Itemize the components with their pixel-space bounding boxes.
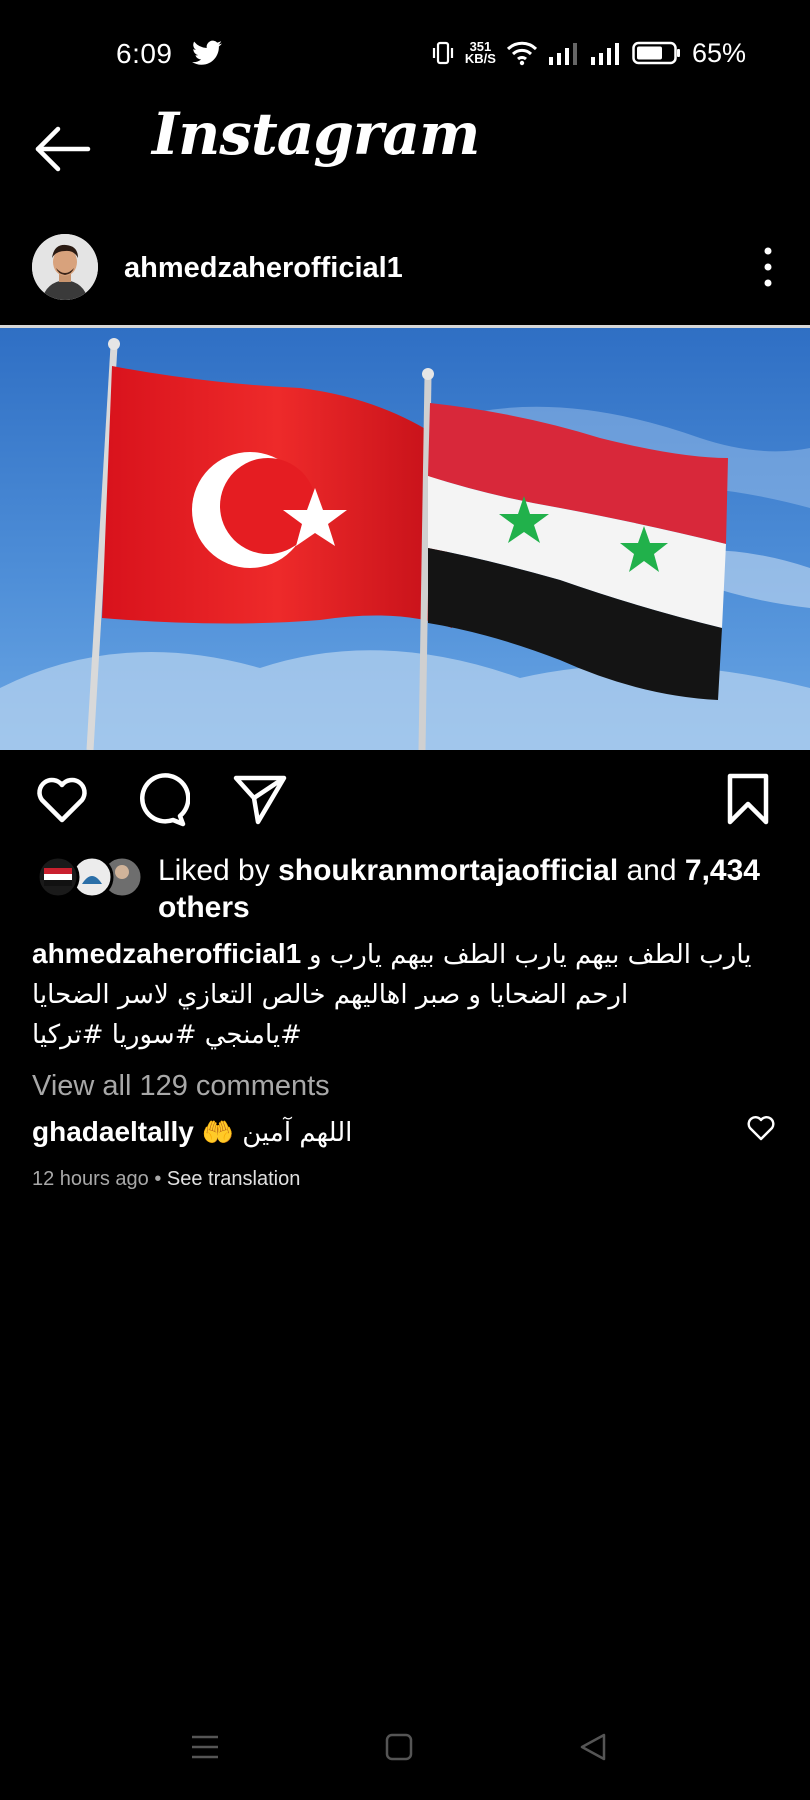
comment-text: اللهم آمين 🤲 bbox=[201, 1118, 353, 1148]
home-square-icon[interactable] bbox=[384, 1732, 414, 1762]
liked-by-text[interactable]: Liked by shoukranmortajaofficial and 7,4… bbox=[158, 852, 778, 926]
post-caption: ahmedzaherofficial1 يارب الطف بيهم يارب … bbox=[32, 934, 778, 1055]
more-options-icon[interactable] bbox=[762, 246, 774, 288]
vibrate-icon bbox=[432, 41, 453, 65]
signal-icon bbox=[590, 43, 619, 65]
app-title: Instagram bbox=[152, 100, 480, 168]
comment-username[interactable]: ghadaeltally bbox=[32, 1116, 194, 1147]
comment-like-heart-icon[interactable] bbox=[746, 1114, 776, 1142]
back-triangle-icon[interactable] bbox=[578, 1732, 608, 1762]
share-send-icon[interactable] bbox=[232, 772, 288, 828]
caption-hashtags[interactable]: #يامنجي #سوريا #تركيا bbox=[32, 1015, 778, 1055]
avatar-photo bbox=[32, 234, 98, 300]
status-bar: 6:09 351 KB/S 65% bbox=[0, 0, 810, 100]
post-username[interactable]: ahmedzaherofficial1 bbox=[124, 252, 403, 285]
liked-by-and: and bbox=[618, 854, 685, 887]
save-bookmark-icon[interactable] bbox=[720, 772, 776, 828]
caption-text-2: ارحم الضحايا و صبر اهاليهم خالص التعازي … bbox=[32, 980, 629, 1010]
caption-text-1: يارب الطف بيهم يارب الطف بيهم يارب و bbox=[308, 940, 752, 970]
wifi-icon bbox=[506, 41, 538, 66]
liked-by-avatars[interactable] bbox=[36, 854, 144, 900]
caption-username[interactable]: ahmedzaherofficial1 bbox=[32, 938, 301, 969]
battery-icon bbox=[632, 41, 680, 65]
caption-line-1: ahmedzaherofficial1 يارب الطف بيهم يارب … bbox=[32, 934, 778, 975]
liked-by-prefix: Liked by bbox=[158, 854, 279, 887]
status-time: 6:09 bbox=[116, 38, 173, 69]
back-arrow-icon[interactable] bbox=[34, 124, 92, 174]
liked-by-user[interactable]: shoukranmortajaofficial bbox=[278, 854, 618, 887]
recent-apps-menu-icon[interactable] bbox=[190, 1732, 220, 1762]
comment-icon[interactable] bbox=[134, 772, 190, 828]
twitter-icon bbox=[192, 40, 222, 65]
likes-count[interactable]: 7,434 bbox=[685, 854, 760, 887]
signal-icon bbox=[548, 43, 577, 65]
meta-separator: • bbox=[154, 1168, 162, 1190]
net-speed-unit: KB/S bbox=[464, 51, 496, 66]
like-heart-icon[interactable] bbox=[34, 772, 90, 828]
battery-percent: 65% bbox=[691, 37, 746, 68]
post-image[interactable] bbox=[0, 328, 810, 750]
comment-time: 12 hours ago bbox=[32, 1168, 149, 1190]
status-right: 351 KB/S 65% bbox=[431, 36, 746, 70]
likes-others[interactable]: others bbox=[158, 891, 250, 924]
see-translation-link[interactable]: See translation bbox=[167, 1168, 300, 1190]
comment-meta: 12 hours ago • See translation bbox=[32, 1168, 300, 1191]
net-speed: 351 KB/S bbox=[464, 40, 496, 66]
avatar[interactable] bbox=[32, 234, 98, 300]
view-all-comments-link[interactable]: View all 129 comments bbox=[32, 1070, 330, 1103]
comment-row: ghadaeltally اللهم آمين 🤲 bbox=[32, 1116, 352, 1148]
